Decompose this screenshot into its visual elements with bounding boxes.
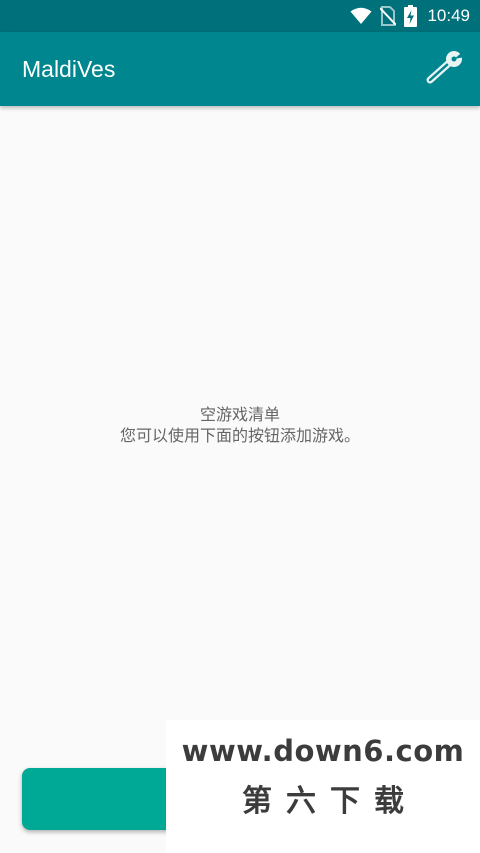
status-icons: 10:49 bbox=[350, 0, 470, 32]
empty-state-title: 空游戏清单 bbox=[199, 405, 280, 424]
status-bar: 10:49 bbox=[0, 0, 480, 32]
empty-state: 空游戏清单 您可以使用下面的按钮添加游戏。 bbox=[0, 404, 480, 446]
no-sim-icon bbox=[380, 6, 397, 26]
watermark-name: 第六下载 bbox=[242, 784, 418, 819]
empty-state-message: 您可以使用下面的按钮添加游戏。 bbox=[119, 426, 360, 445]
wrench-icon bbox=[425, 49, 465, 89]
watermark: www.down6.com 第六下载 bbox=[166, 720, 480, 853]
settings-button[interactable] bbox=[424, 49, 466, 89]
app-title: MaldiVes bbox=[22, 56, 116, 82]
status-time: 10:49 bbox=[427, 6, 470, 25]
battery-charging-icon bbox=[404, 5, 418, 27]
app-bar: MaldiVes bbox=[0, 32, 480, 106]
watermark-url: www.down6.com bbox=[181, 734, 465, 768]
wifi-icon bbox=[350, 7, 372, 25]
